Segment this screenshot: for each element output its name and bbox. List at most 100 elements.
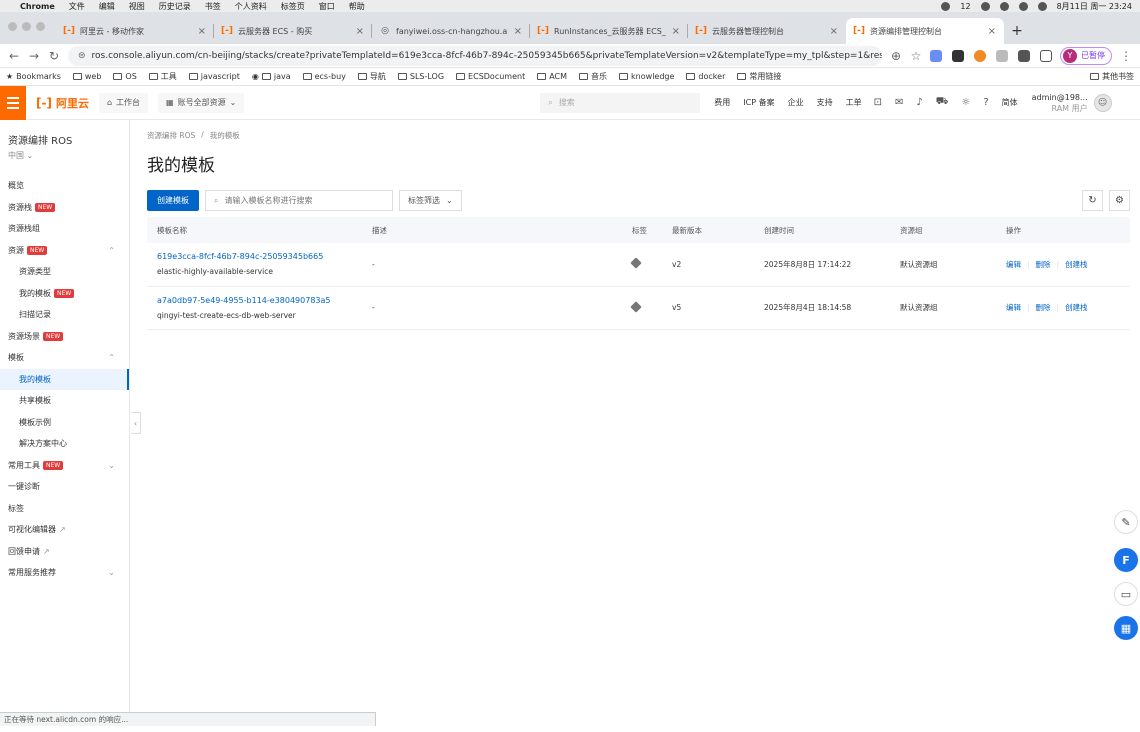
aliyun-logo[interactable]: [-] 阿里云: [36, 95, 89, 111]
status-icon[interactable]: [999, 1, 1009, 11]
browser-tab[interactable]: [-] 阿里云 - 移动作家 ×: [56, 18, 214, 44]
edit-link[interactable]: 编辑: [1006, 302, 1021, 313]
language-switch[interactable]: 简体: [1002, 97, 1018, 108]
menu-icon[interactable]: [0, 85, 26, 120]
reload-icon[interactable]: ↻: [48, 49, 60, 63]
template-id-link[interactable]: a7a0db97-5e49-4955-b114-e380490783a5: [157, 296, 362, 305]
bookmark-item[interactable]: OS: [113, 72, 137, 81]
bookmark-item[interactable]: 导航: [357, 71, 386, 82]
bookmark-item[interactable]: 音乐: [579, 71, 607, 82]
sidebar-item[interactable]: 共享模板: [0, 390, 129, 412]
extension-icon[interactable]: [974, 49, 986, 62]
link-support[interactable]: 支持: [817, 97, 833, 108]
bookmark-item[interactable]: ECSDocument: [456, 72, 525, 81]
back-icon[interactable]: ←: [8, 49, 20, 63]
tag-icon[interactable]: [630, 300, 642, 313]
template-search[interactable]: ⌕: [205, 190, 393, 211]
close-icon[interactable]: ×: [830, 26, 838, 37]
sidebar-item[interactable]: 模板 ⌃: [0, 347, 129, 369]
gear-icon[interactable]: ⚙: [1109, 190, 1130, 211]
menu-window[interactable]: 窗口: [319, 1, 335, 12]
message-icon[interactable]: ✉: [895, 97, 903, 108]
link-ticket[interactable]: 工单: [846, 97, 862, 108]
browser-tab[interactable]: ◎ fanyiwei.oss-cn-hangzhou.aliy ×: [372, 18, 530, 44]
link-cost[interactable]: 费用: [714, 97, 730, 108]
tag-icon[interactable]: [630, 257, 642, 269]
delete-link[interactable]: 删除: [1036, 259, 1051, 270]
account-scope-select[interactable]: ▦ 账号全部资源 ⌄: [158, 92, 245, 113]
puzzle-icon[interactable]: [1018, 49, 1030, 62]
other-bookmarks[interactable]: 其他书签: [1090, 71, 1134, 82]
edit-feedback-icon[interactable]: ✎: [1114, 510, 1138, 534]
refresh-icon[interactable]: ↻: [1082, 190, 1103, 211]
menu-file[interactable]: 文件: [69, 1, 85, 12]
bookmark-item[interactable]: SLS-LOG: [397, 72, 444, 81]
sidebar-item[interactable]: 资源栈 NEW: [0, 197, 129, 219]
bookmark-item[interactable]: docker: [686, 72, 725, 81]
mic-icon[interactable]: [941, 1, 951, 11]
browser-tab[interactable]: [-] 云服务器管理控制台 ×: [688, 18, 846, 44]
bookmark-item[interactable]: 工具: [148, 71, 177, 82]
sidebar-item[interactable]: 可视化编辑器 ↗: [0, 519, 129, 541]
close-icon[interactable]: ×: [198, 26, 206, 37]
tag-filter-select[interactable]: 标签筛选 ⌄: [399, 190, 462, 211]
assistant-icon[interactable]: F: [1114, 548, 1138, 572]
link-icp[interactable]: ICP 备案: [743, 97, 774, 108]
menu-help[interactable]: 帮助: [349, 1, 365, 12]
account-info[interactable]: admin@198... RAM 用户: [1032, 92, 1088, 114]
bookmark-item[interactable]: knowledge: [619, 72, 674, 81]
create-stack-link[interactable]: 创建栈: [1065, 259, 1088, 270]
app-name[interactable]: Chrome: [20, 2, 55, 11]
menu-edit[interactable]: 编辑: [99, 1, 115, 12]
cart-icon[interactable]: ⛟: [936, 96, 949, 109]
region-select[interactable]: 中国 ⌄: [0, 150, 129, 161]
sidebar-item[interactable]: 一键诊断: [0, 476, 129, 498]
bookmark-item[interactable]: 常用链接: [737, 71, 781, 82]
sidebar-item[interactable]: 标签: [0, 498, 129, 520]
sidebar-item[interactable]: 资源 NEW ⌃: [0, 240, 129, 262]
sidebar-item[interactable]: 扫描记录: [0, 304, 129, 326]
sidebar-item[interactable]: 资源栈组: [0, 218, 129, 240]
apps-icon[interactable]: ▦: [1114, 616, 1138, 640]
workbench-button[interactable]: ⌂ 工作台: [98, 92, 149, 113]
search-input[interactable]: [224, 196, 384, 205]
menu-bookmarks[interactable]: 书签: [205, 1, 221, 12]
control-center-icon[interactable]: [1037, 1, 1047, 11]
install-icon[interactable]: ⊕: [890, 49, 902, 63]
close-icon[interactable]: ×: [514, 26, 522, 37]
side-panel-icon[interactable]: [1040, 49, 1052, 62]
menu-tabs[interactable]: 标签页: [281, 1, 305, 12]
edit-link[interactable]: 编辑: [1006, 259, 1021, 270]
sidebar-item[interactable]: 常用工具 NEW ⌄: [0, 455, 129, 477]
extension-icon[interactable]: [952, 49, 964, 62]
star-icon[interactable]: ☆: [910, 49, 922, 63]
template-id-link[interactable]: 619e3cca-8fcf-46b7-894c-25059345b665: [157, 252, 362, 261]
new-tab-button[interactable]: +: [1004, 18, 1030, 44]
sidebar-item[interactable]: 模板示例: [0, 412, 129, 434]
create-template-button[interactable]: 创建模板: [147, 190, 199, 211]
bell-icon[interactable]: ♪: [916, 97, 922, 108]
bookmark-item[interactable]: javascript: [188, 72, 240, 81]
status-icon[interactable]: [980, 1, 990, 11]
sidebar-item[interactable]: 解决方案中心: [0, 433, 129, 455]
extension-icon[interactable]: [996, 49, 1008, 62]
close-icon[interactable]: ×: [672, 26, 680, 37]
menu-profile[interactable]: 个人资料: [235, 1, 267, 12]
close-icon[interactable]: ×: [356, 26, 364, 37]
extension-icon[interactable]: [930, 49, 942, 62]
link-enterprise[interactable]: 企业: [788, 97, 804, 108]
sidebar-item[interactable]: 常用服务推荐 ⌄: [0, 562, 129, 584]
bookmark-item[interactable]: ACM: [537, 72, 567, 81]
sidebar-item[interactable]: 我的模板: [0, 368, 129, 390]
sidebar-item[interactable]: 资源场景 NEW: [0, 326, 129, 348]
more-icon[interactable]: ⋮: [1120, 49, 1132, 63]
menu-view[interactable]: 视图: [129, 1, 145, 12]
sidebar-item[interactable]: 概览: [0, 175, 129, 197]
forward-icon[interactable]: →: [28, 49, 40, 63]
help-icon[interactable]: ?: [983, 97, 988, 108]
avatar[interactable]: ☺: [1093, 93, 1112, 112]
site-info-icon[interactable]: ⊜: [78, 51, 86, 61]
sidebar-item[interactable]: 资源类型: [0, 261, 129, 283]
breadcrumb-root[interactable]: 资源编排 ROS: [147, 130, 195, 141]
clock[interactable]: 8月11日 周一 23:24: [1057, 1, 1132, 12]
